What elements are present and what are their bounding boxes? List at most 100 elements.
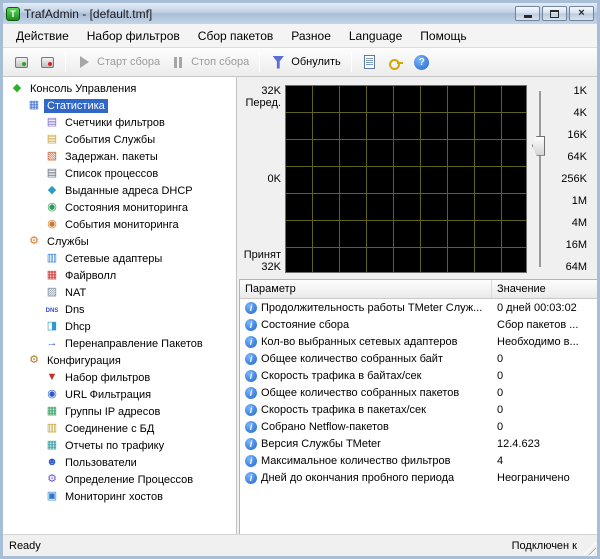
minimize-button[interactable]: [515, 6, 540, 21]
tree-item-firewall[interactable]: Файрволл: [3, 267, 236, 284]
tree-item-delayed-packets[interactable]: Задержан. пакеты: [3, 148, 236, 165]
scale-label: 64M: [553, 261, 587, 273]
tree-item-configuration[interactable]: Конфигурация: [3, 352, 236, 369]
info-icon: [245, 353, 257, 365]
table-row[interactable]: Скорость трафика в пакетах/сек0: [240, 401, 597, 418]
app-icon: T: [6, 7, 20, 21]
tree-item-services[interactable]: Службы: [3, 233, 236, 250]
menu-language[interactable]: Language: [340, 25, 411, 47]
graph-sent-label: Перед.: [239, 97, 281, 109]
scale-labels: 1K 4K 16K 64K 256K 1M 4M 16M 64M: [553, 85, 595, 273]
table-header: Параметр Значение: [240, 280, 597, 299]
ip-groups-icon: [44, 406, 60, 417]
status-bar: Ready Подключен к: [3, 534, 597, 556]
menu-help[interactable]: Помощь: [411, 25, 475, 47]
tree-item-db-connection[interactable]: Соединение с БД: [3, 420, 236, 437]
menu-packet-capture[interactable]: Сбор пакетов: [189, 25, 282, 47]
scale-label: 64K: [553, 151, 587, 163]
tree-item-network-adapters[interactable]: Сетевые адаптеры: [3, 250, 236, 267]
tree-item-nat[interactable]: NAT: [3, 284, 236, 301]
column-header-value[interactable]: Значение: [492, 280, 597, 298]
stop-capture-label: Стоп сбора: [191, 56, 249, 68]
scale-slider: [527, 85, 553, 273]
tree-item-dns[interactable]: Dns: [3, 301, 236, 318]
tree-item-statistics[interactable]: Статистика: [3, 97, 236, 114]
tree-item-host-monitoring[interactable]: Мониторинг хостов: [3, 488, 236, 505]
info-icon: [245, 370, 257, 382]
info-icon: [245, 387, 257, 399]
tree-item-ip-groups[interactable]: Группы IP адресов: [3, 403, 236, 420]
menu-filter-set[interactable]: Набор фильтров: [78, 25, 189, 47]
tree-item-filter-counters[interactable]: Счетчики фильтров: [3, 114, 236, 131]
close-button[interactable]: ×: [569, 6, 594, 21]
tree-item-monitoring-states[interactable]: Состояния мониторинга: [3, 199, 236, 216]
play-icon: [76, 54, 92, 70]
tree-item-process-list[interactable]: Список процессов: [3, 165, 236, 182]
key-icon: [388, 54, 404, 70]
graph-zero-label: 0K: [239, 173, 281, 185]
toolbar-separator: [259, 52, 260, 72]
report-button[interactable]: [357, 51, 383, 73]
maximize-button[interactable]: [542, 6, 567, 21]
disconnect-service-button[interactable]: [34, 51, 60, 73]
report-page-icon: [362, 54, 378, 70]
status-text: Ready: [9, 540, 512, 552]
table-row[interactable]: Версия Службы TMeter12.4.623: [240, 435, 597, 452]
app-window: T TrafAdmin - [default.tmf] × Действие Н…: [0, 0, 600, 559]
tree-item-users[interactable]: Пользователи: [3, 454, 236, 471]
connect-service-button[interactable]: [8, 51, 34, 73]
stop-capture-button[interactable]: Стоп сбора: [165, 51, 254, 73]
tree-item-monitoring-events[interactable]: События мониторинга: [3, 216, 236, 233]
scale-label: 16M: [553, 239, 587, 251]
scale-label: 4M: [553, 217, 587, 229]
column-header-parameter[interactable]: Параметр: [240, 280, 492, 298]
statistics-icon: [26, 100, 42, 111]
tree-item-url-filtering[interactable]: URL Фильтрация: [3, 386, 236, 403]
nat-icon: [44, 287, 60, 298]
graph-axis-labels: 32K Перед. 0K Принят 32K: [239, 85, 285, 273]
traffic-reports-icon: [44, 440, 60, 451]
menu-action[interactable]: Действие: [7, 25, 78, 47]
graph-recv-value: 32K: [239, 261, 281, 273]
tree-item-traffic-reports[interactable]: Отчеты по трафику: [3, 437, 236, 454]
info-icon: [245, 302, 257, 314]
table-row[interactable]: Максимальное количество фильтров4: [240, 452, 597, 469]
table-row[interactable]: Продолжительность работы TMeter Служ...0…: [240, 299, 597, 316]
tree-item-console[interactable]: Консоль Управления: [3, 80, 236, 97]
toolbar-separator: [351, 52, 352, 72]
table-row[interactable]: Общее количество собранных байт0: [240, 350, 597, 367]
license-button[interactable]: [383, 51, 409, 73]
title-bar: T TrafAdmin - [default.tmf] ×: [3, 3, 597, 24]
toolbar-separator: [65, 52, 66, 72]
configuration-icon: [26, 355, 42, 366]
process-list-icon: [44, 168, 60, 179]
dns-icon: [44, 304, 60, 315]
tree-item-process-detection[interactable]: Определение Процессов: [3, 471, 236, 488]
disconnect-service-icon: [39, 54, 55, 70]
tree-item-dhcp[interactable]: Dhcp: [3, 318, 236, 335]
start-capture-button[interactable]: Старт сбора: [71, 51, 165, 73]
users-icon: [44, 457, 60, 468]
delayed-packets-icon: [44, 151, 60, 162]
menu-misc[interactable]: Разное: [282, 25, 340, 47]
help-button[interactable]: ?: [409, 51, 435, 73]
table-row[interactable]: Состояние сбораСбор пакетов ...: [240, 316, 597, 333]
main-area: Консоль Управления Статистика Счетчики ф…: [3, 77, 597, 534]
table-row[interactable]: Собрано Netflow-пакетов0: [240, 418, 597, 435]
console-icon: [9, 83, 25, 94]
tree-item-filter-set[interactable]: Набор фильтров: [3, 369, 236, 386]
firewall-icon: [44, 270, 60, 281]
parameters-table: Параметр Значение Продолжительность рабо…: [239, 279, 597, 534]
table-row[interactable]: Кол-во выбранных сетевых адаптеровНеобхо…: [240, 333, 597, 350]
table-row[interactable]: Общее количество собранных пакетов0: [240, 384, 597, 401]
scale-label: 4K: [553, 107, 587, 119]
traffic-graph-panel: 32K Перед. 0K Принят 32K 1K 4K: [237, 77, 597, 279]
scale-label: 256K: [553, 173, 587, 185]
tree-item-packet-redirect[interactable]: Перенаправление Пакетов: [3, 335, 236, 352]
table-row[interactable]: Скорость трафика в байтах/сек0: [240, 367, 597, 384]
slider-thumb[interactable]: [532, 136, 545, 156]
tree-item-service-events[interactable]: События Службы: [3, 131, 236, 148]
tree-item-dhcp-addresses[interactable]: Выданные адреса DHCP: [3, 182, 236, 199]
table-row[interactable]: Дней до окончания пробного периодаНеогра…: [240, 469, 597, 486]
reset-counters-button[interactable]: Обнулить: [265, 51, 346, 73]
